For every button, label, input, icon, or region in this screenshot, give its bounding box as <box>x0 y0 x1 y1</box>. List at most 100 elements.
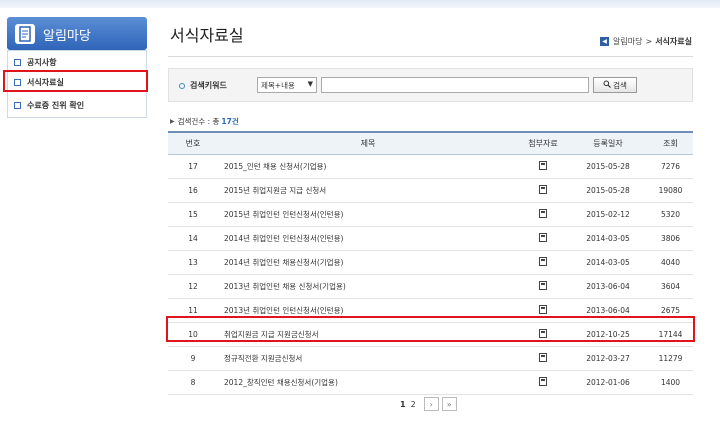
row-date: 2015-05-28 <box>568 178 648 203</box>
row-attachment <box>518 202 568 227</box>
table-header-row: 번호 제목 첨부자료 등록일자 조회 <box>168 131 693 155</box>
row-views: 5320 <box>648 202 693 227</box>
header-attachment: 첨부자료 <box>518 131 568 155</box>
home-icon[interactable]: ◀ <box>600 37 610 46</box>
save-file-icon[interactable] <box>539 160 547 170</box>
sidebar-item-label: 공지사항 <box>27 57 57 67</box>
circle-bullet-icon <box>179 82 185 89</box>
row-views: 3604 <box>648 274 693 299</box>
row-attachment <box>518 274 568 299</box>
row-title-link[interactable]: 2012_창직인턴 채용신청서(기업용) <box>218 370 518 395</box>
row-date: 2013-06-04 <box>568 274 648 299</box>
breadcrumb-current: 서식자료실 <box>655 37 692 46</box>
table-row[interactable]: 15 2015년 취업인턴 인턴신청서(인턴용) 2015-02-12 5320 <box>168 202 693 227</box>
row-views: 7276 <box>648 154 693 179</box>
bullet-icon <box>14 101 21 109</box>
row-date: 2014-03-05 <box>568 226 648 251</box>
row-number: 16 <box>168 178 218 203</box>
table-row[interactable]: 9 정규직전환 지원금신청서 2012-03-27 11279 <box>168 346 693 371</box>
save-file-icon[interactable] <box>539 256 547 266</box>
search-panel: 검색키워드 제목+내용 ▼ 검색 <box>168 68 693 102</box>
search-input[interactable] <box>321 77 589 93</box>
row-title-link[interactable]: 2014년 취업인턴 채용신청서(기업용) <box>218 250 518 275</box>
sidebar-item-notice[interactable]: 공지사항 <box>14 54 56 70</box>
table-row[interactable]: 13 2014년 취업인턴 채용신청서(기업용) 2014-03-05 4040 <box>168 250 693 275</box>
row-title-link[interactable]: 2015년 취업인턴 인턴신청서(인턴용) <box>218 202 518 227</box>
row-title-link[interactable]: 2015년 취업지원금 지급 신청서 <box>218 178 518 203</box>
top-bar <box>0 0 720 8</box>
row-title-link[interactable]: 2013년 취업인턴 채용 신청서(기업용) <box>218 274 518 299</box>
row-views: 3806 <box>648 226 693 251</box>
result-count: ▶ 검색건수 : 총 17건 <box>170 116 239 127</box>
row-attachment <box>518 226 568 251</box>
save-file-icon[interactable] <box>539 376 547 386</box>
row-attachment <box>518 178 568 203</box>
row-views: 1400 <box>648 370 693 395</box>
row-title-link[interactable]: 정규직전환 지원금신청서 <box>218 346 518 371</box>
save-file-icon[interactable] <box>539 304 547 314</box>
table-row[interactable]: 12 2013년 취업인턴 채용 신청서(기업용) 2013-06-04 360… <box>168 274 693 299</box>
forms-table: 번호 제목 첨부자료 등록일자 조회 17 2015_인턴 채용 신청서(기업용… <box>168 131 693 395</box>
search-button[interactable]: 검색 <box>593 77 637 93</box>
header-date: 등록일자 <box>568 131 648 155</box>
search-label-text: 검색키워드 <box>190 81 227 90</box>
breadcrumb-separator: > <box>645 37 653 46</box>
row-number: 8 <box>168 370 218 395</box>
row-title-link[interactable]: 2015_인턴 채용 신청서(기업용) <box>218 154 518 179</box>
row-views: 4040 <box>648 250 693 275</box>
row-date: 2015-02-12 <box>568 202 648 227</box>
sidebar-title: 알림마당 <box>43 29 91 44</box>
pagination: 1 2 › » <box>400 397 457 411</box>
last-page-button[interactable]: » <box>441 397 457 411</box>
save-file-icon[interactable] <box>539 184 547 194</box>
sidebar-header: 알림마당 <box>7 17 147 50</box>
next-page-button[interactable]: › <box>423 397 439 411</box>
header-number: 번호 <box>168 131 218 155</box>
row-number: 15 <box>168 202 218 227</box>
sidebar-highlight-box <box>3 70 148 92</box>
search-label: 검색키워드 <box>179 80 227 91</box>
save-file-icon[interactable] <box>539 232 547 242</box>
triangle-icon: ▶ <box>170 118 175 125</box>
row-highlight-box <box>166 316 695 342</box>
save-file-icon[interactable] <box>539 280 547 290</box>
table-row[interactable]: 16 2015년 취업지원금 지급 신청서 2015-05-28 19080 <box>168 178 693 203</box>
header-title: 제목 <box>218 131 518 155</box>
page-link[interactable]: 2 <box>411 400 416 409</box>
sidebar-item-certificate-verify[interactable]: 수료증 진위 확인 <box>14 97 84 113</box>
save-file-icon[interactable] <box>539 208 547 218</box>
result-count-label: 검색건수 : 총 <box>177 117 220 126</box>
search-scope-select[interactable]: 제목+내용 ▼ <box>257 77 317 93</box>
breadcrumb-item[interactable]: 알림마당 <box>613 36 642 47</box>
row-number: 9 <box>168 346 218 371</box>
row-views: 11279 <box>648 346 693 371</box>
row-views: 19080 <box>648 178 693 203</box>
search-button-label: 검색 <box>613 80 627 90</box>
bullet-icon <box>14 58 21 66</box>
row-number: 13 <box>168 250 218 275</box>
save-file-icon[interactable] <box>539 352 547 362</box>
result-count-value: 17건 <box>221 117 239 126</box>
search-icon <box>603 80 612 90</box>
table-row[interactable]: 8 2012_창직인턴 채용신청서(기업용) 2012-01-06 1400 <box>168 370 693 395</box>
document-icon <box>15 24 35 44</box>
table-row[interactable]: 17 2015_인턴 채용 신청서(기업용) 2015-05-28 7276 <box>168 154 693 179</box>
row-number: 14 <box>168 226 218 251</box>
table-row[interactable]: 14 2014년 취업인턴 인턴신청서(인턴용) 2014-03-05 3806 <box>168 226 693 251</box>
sidebar-item-label: 수료증 진위 확인 <box>27 100 85 110</box>
row-attachment <box>518 346 568 371</box>
row-date: 2012-03-27 <box>568 346 648 371</box>
dropdown-arrow-icon: ▼ <box>307 80 313 88</box>
row-attachment <box>518 154 568 179</box>
title-divider <box>168 56 693 57</box>
row-number: 17 <box>168 154 218 179</box>
row-number: 12 <box>168 274 218 299</box>
header-views: 조회 <box>648 131 693 155</box>
page-link-current[interactable]: 1 <box>400 400 406 409</box>
breadcrumb: ◀ 알림마당 > 서식자료실 <box>600 36 692 47</box>
row-attachment <box>518 370 568 395</box>
row-date: 2012-01-06 <box>568 370 648 395</box>
row-title-link[interactable]: 2014년 취업인턴 인턴신청서(인턴용) <box>218 226 518 251</box>
page-title: 서식자료실 <box>170 26 244 45</box>
row-attachment <box>518 250 568 275</box>
